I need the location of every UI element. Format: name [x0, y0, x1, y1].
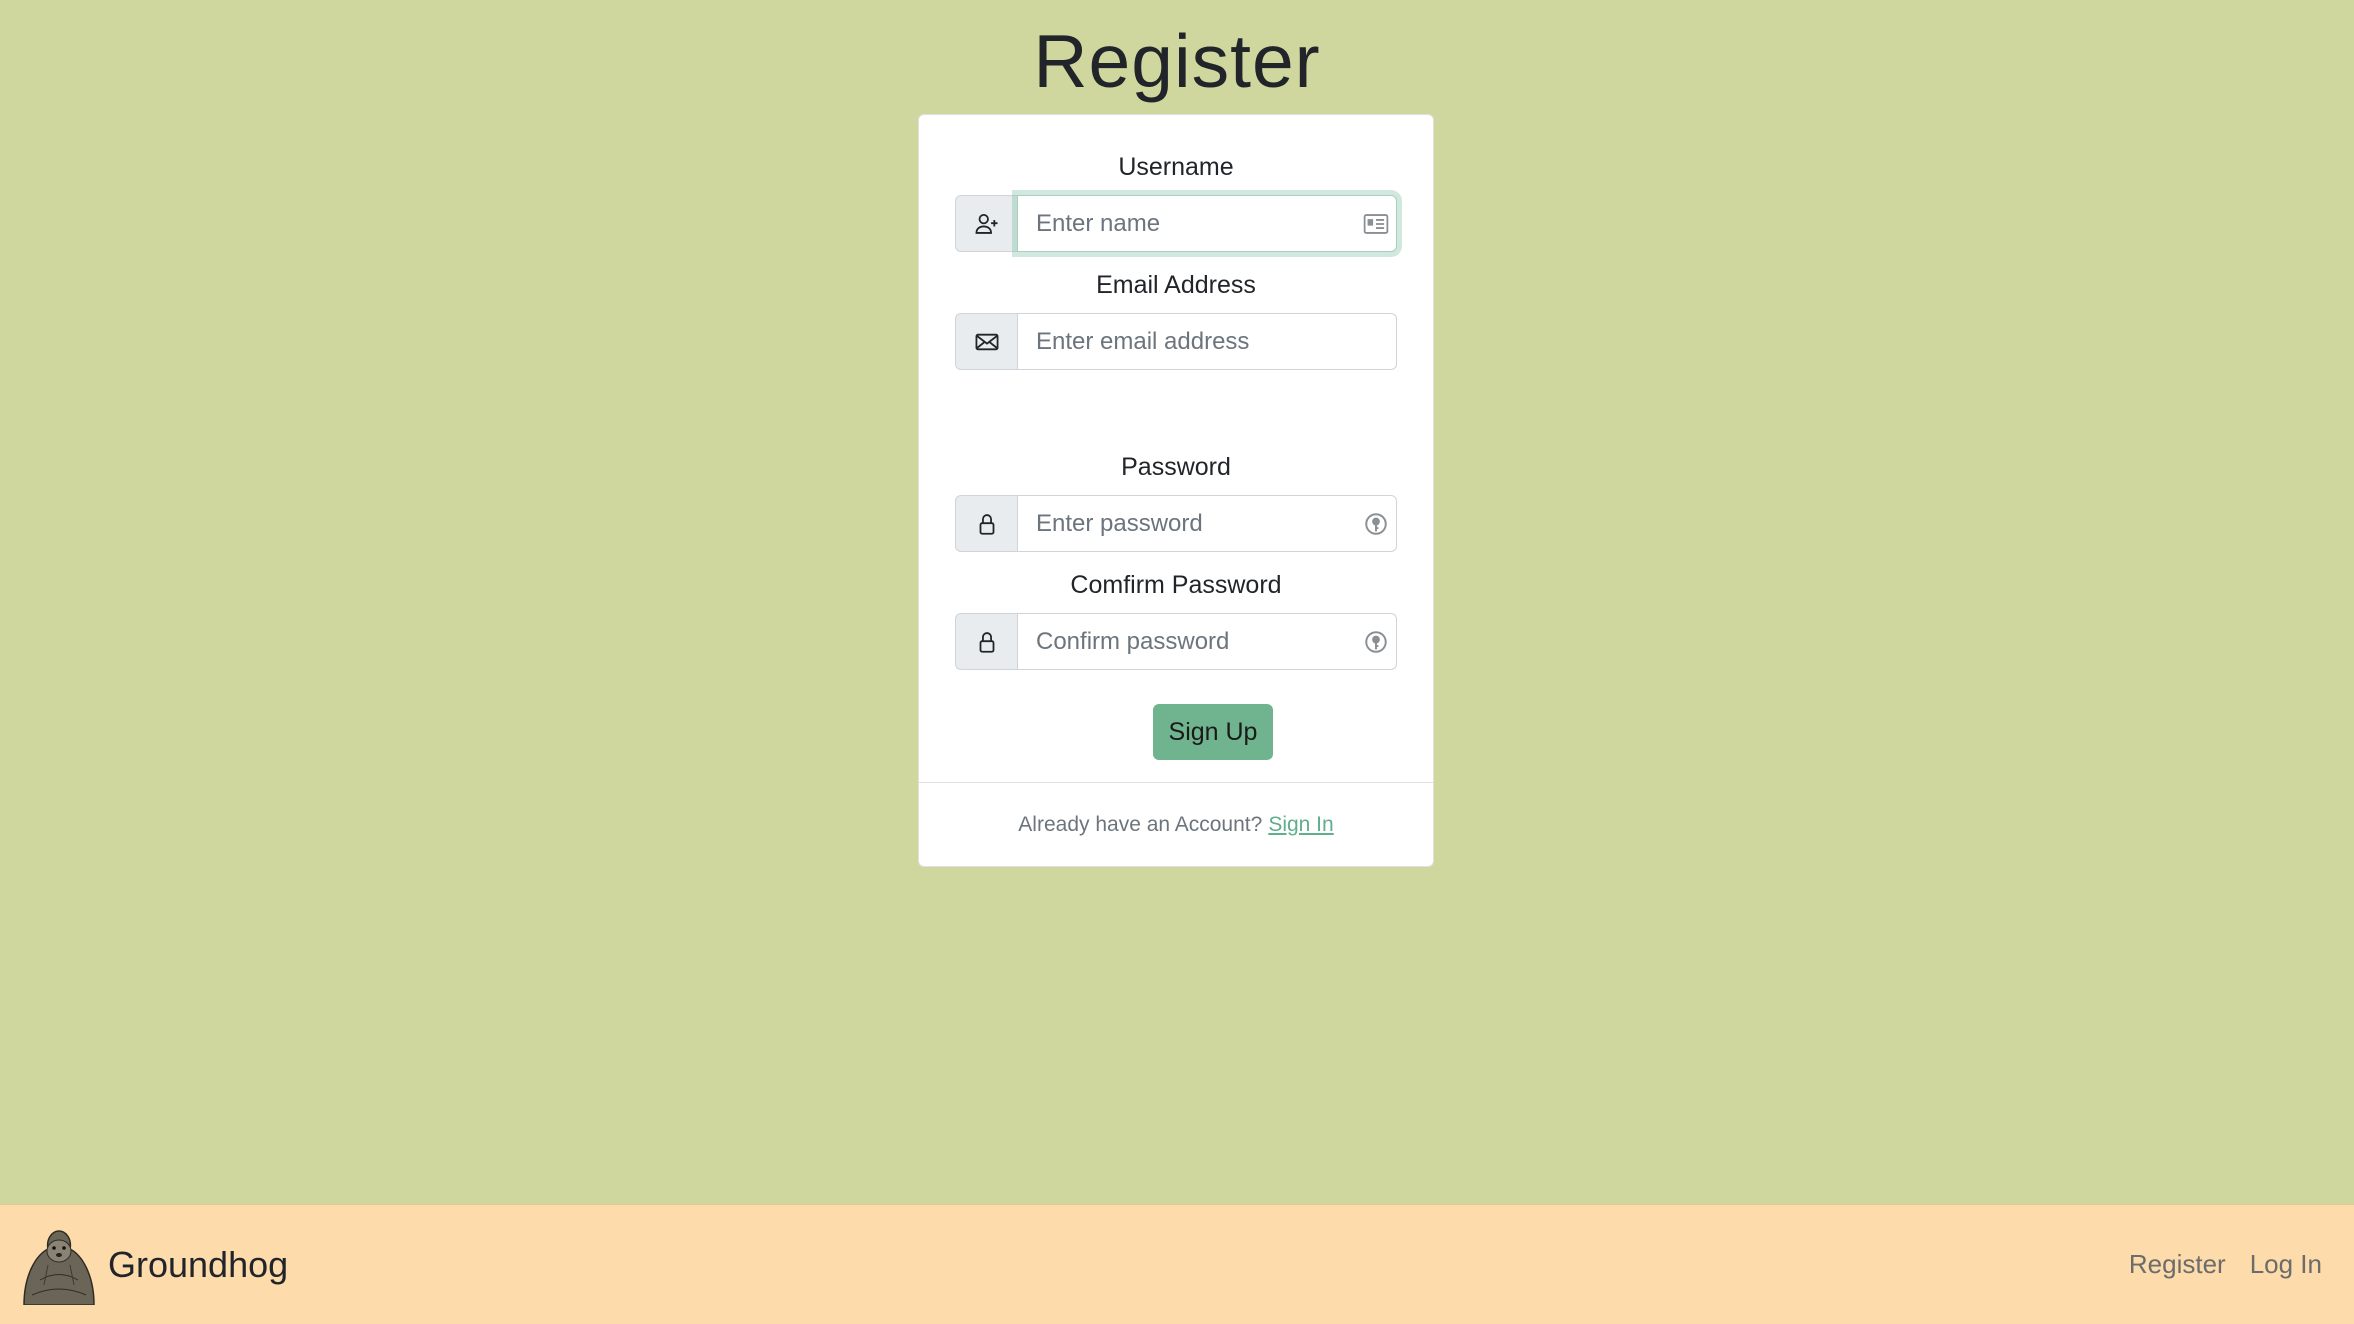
card-footer: Already have an Account? Sign In: [919, 782, 1433, 866]
username-group: [955, 195, 1397, 252]
confirm-password-group: [955, 613, 1397, 670]
sign-up-button[interactable]: Sign Up: [1153, 704, 1273, 760]
already-have-account-text: Already have an Account?: [1018, 812, 1263, 836]
confirm-password-label: Comfirm Password: [1070, 571, 1282, 599]
confirm-password-input[interactable]: [1017, 613, 1397, 670]
email-label: Email Address: [1096, 271, 1256, 299]
nav-register-link[interactable]: Register: [2129, 1249, 2226, 1280]
nav-login-link[interactable]: Log In: [2250, 1249, 2322, 1280]
password-group: [955, 495, 1397, 552]
password-key-icon[interactable]: [1363, 511, 1389, 537]
username-label: Username: [1118, 153, 1234, 181]
lock-icon: [955, 495, 1017, 552]
password-input[interactable]: [1017, 495, 1397, 552]
email-input[interactable]: [1017, 313, 1397, 370]
page-title: Register: [1033, 19, 1321, 103]
brand[interactable]: Groundhog: [18, 1225, 288, 1305]
autofill-card-icon[interactable]: [1363, 211, 1389, 237]
password-label: Password: [1121, 453, 1231, 481]
nav-links: Register Log In: [2129, 1249, 2322, 1280]
brand-name: Groundhog: [108, 1244, 289, 1285]
groundhog-logo-icon: [18, 1225, 100, 1305]
register-card: Username Email Address: [918, 114, 1434, 867]
email-group: [955, 313, 1397, 370]
person-plus-icon: [955, 195, 1017, 252]
bottom-navbar: Groundhog Register Log In: [0, 1204, 2354, 1324]
envelope-icon: [955, 313, 1017, 370]
lock-icon: [955, 613, 1017, 670]
sign-in-link[interactable]: Sign In: [1268, 813, 1333, 837]
password-key-icon[interactable]: [1363, 629, 1389, 655]
username-input[interactable]: [1017, 195, 1397, 252]
